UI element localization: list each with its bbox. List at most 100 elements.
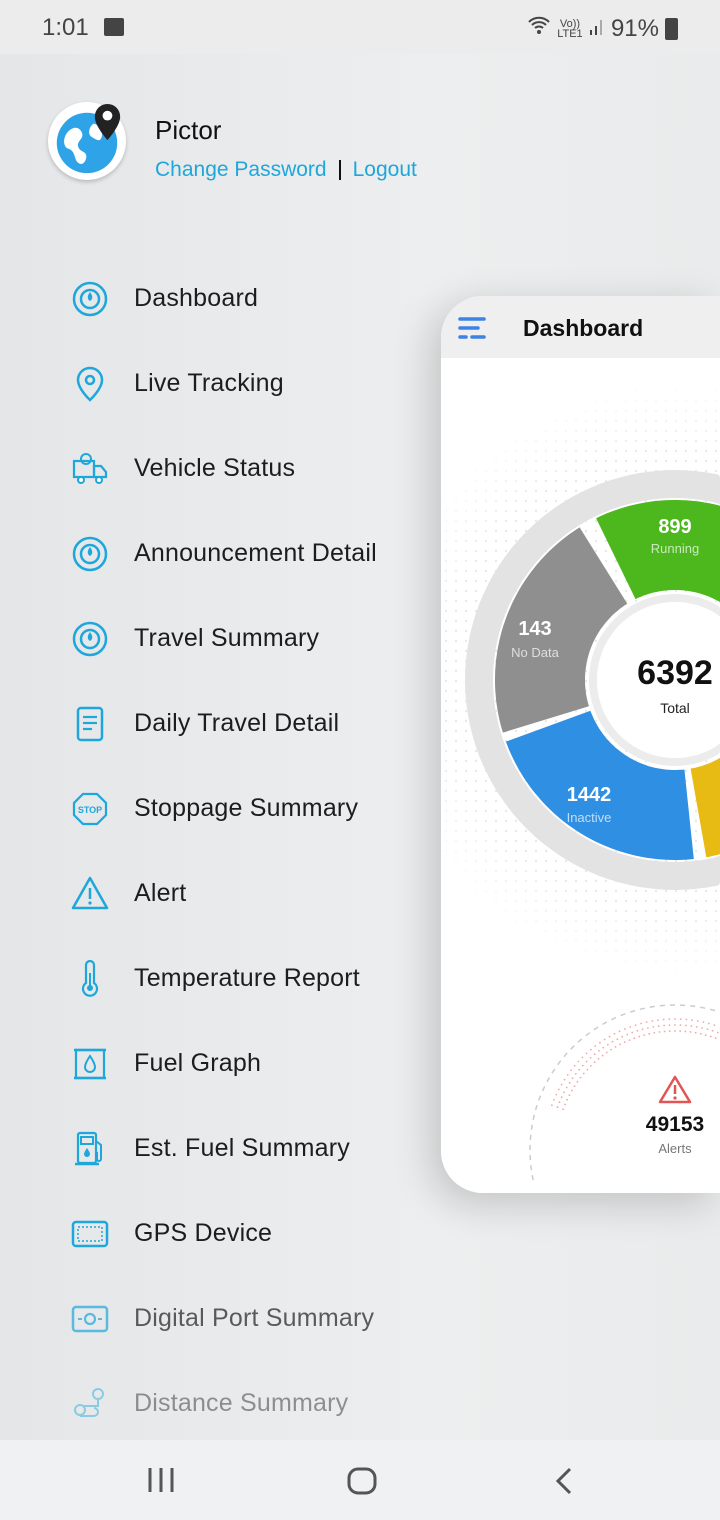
menu-item-travel-summary[interactable]: Travel Summary [70,596,430,681]
alerts-dotted-ring-dot [556,1106,559,1109]
alerts-dashed-ring-segment [690,1005,696,1008]
segment-value: 899 [658,516,691,538]
alerts-dotted-ring-dot [679,1024,682,1026]
alerts-dotted-ring-dot [585,1052,588,1055]
status-time: 1:01 [42,14,89,41]
menu-item-gps-device[interactable]: GPS Device [70,1191,430,1276]
alerts-dotted-ring-dot [628,1039,631,1041]
alerts-dotted-ring-dot [613,1032,616,1035]
alerts-dotted-ring-dot [704,1034,707,1036]
alerts-dotted-ring-dot [653,1031,656,1034]
alerts-dotted-ring-dot [573,1085,576,1087]
alerts-dotted-ring-dot [594,1045,597,1047]
dashboard-preview-card[interactable]: 899 Running 143 No Data 1442 Inactive Dashboa… [441,296,720,1193]
avatar [48,102,126,180]
menu-item-live-tracking[interactable]: Live Tracking [70,341,430,426]
menu-item-label: Stoppage Summary [134,794,359,822]
dashboard-title: Dashboard [523,315,644,341]
alerts-dotted-ring-dot [564,1103,566,1106]
menu-icon[interactable] [458,316,488,340]
alerts-dotted-ring-dot [571,1089,573,1092]
alerts-dotted-ring-dot [589,1048,592,1051]
menu-item-temperature-report[interactable]: Temperature Report [70,936,430,1021]
alerts-dashed-ring-segment [531,1175,534,1181]
back-icon[interactable] [552,1466,576,1496]
alerts-dotted-ring-dot [585,1060,588,1063]
alerts-dotted-ring-dot [611,1040,614,1043]
menu-item-stoppage-summary[interactable]: STOP Stoppage Summary [70,766,430,851]
alerts-dotted-ring-dot [557,1088,560,1091]
signal-icon [589,15,605,43]
fuel-drop-icon [70,1044,110,1084]
alerts-dotted-ring-dot [603,1038,606,1041]
alerts-dotted-ring-dot [702,1021,705,1023]
alerts-dotted-ring-dot [553,1099,555,1101]
alerts-dotted-ring-dot [674,1030,676,1032]
alerts-dotted-ring-dot [626,1033,629,1036]
menu-item-label: Alert [134,879,187,907]
segment-label: No Data [511,645,559,660]
alerts-dotted-ring-dot [586,1068,589,1071]
alerts-dotted-ring-dot [623,1041,626,1043]
location-pin-icon [70,364,110,404]
menu-item-est-fuel-summary[interactable]: Est. Fuel Summary [70,1106,430,1191]
alerts-dotted-ring-dot [568,1094,571,1096]
menu-item-digital-port-summary[interactable]: Digital Port Summary [70,1276,430,1361]
recent-apps-icon[interactable] [146,1466,176,1494]
alerts-dotted-ring-dot [566,1074,569,1076]
alerts-dotted-ring-dot [581,1056,584,1059]
alerts-dotted-ring-dot [657,1025,660,1027]
menu-item-alert[interactable]: Alert [70,851,430,936]
alerts-dotted-ring-dot [598,1049,600,1052]
alerts-dashed-ring-segment [649,1005,655,1008]
menu-item-distance-summary[interactable]: Distance Summary [70,1361,430,1446]
alerts-dotted-ring-dot [566,1098,568,1101]
alerts-dotted-ring-dot [696,1020,699,1022]
dashboard-icon [70,619,110,659]
alert-icon [658,1075,692,1104]
alerts-dotted-ring-dot [699,1032,702,1035]
port-icon [70,1299,110,1339]
segment-label: Inactive [567,810,612,825]
home-icon[interactable] [346,1466,378,1496]
alerts-dotted-ring-dot [685,1024,687,1027]
menu-item-label: Dashboard [134,284,259,312]
alerts-dotted-ring-dot [601,1054,604,1057]
menu-item-label: Fuel Graph [134,1049,262,1077]
menu-item-dashboard[interactable]: Dashboard [70,256,430,341]
profile-header: Pictor Change Password Logout [48,102,448,192]
alerts-dotted-ring-dot [651,1020,654,1022]
alerts-widget[interactable]: 49153 Alerts [630,1074,720,1156]
alerts-dotted-ring-dot [636,1029,639,1032]
menu-item-label: Travel Summary [134,624,320,652]
alerts-dotted-ring-dot [602,1046,605,1049]
alerts-label: Alerts [658,1141,692,1156]
alerts-dotted-ring-dot [633,1037,636,1040]
menu-item-label: Digital Port Summary [134,1304,375,1332]
menu-item-announcement-detail[interactable]: Announcement Detail [70,511,430,596]
alerts-dotted-ring-dot [573,1064,576,1067]
menu-item-daily-travel-detail[interactable]: Daily Travel Detail [70,681,430,766]
menu-item-vehicle-status[interactable]: Vehicle Status [70,426,430,511]
alerts-dotted-ring-dot [560,1083,563,1086]
alerts-dotted-ring-dot [555,1093,558,1096]
alerts-dotted-ring-dot [568,1081,571,1084]
alerts-dotted-ring-dot [578,1068,581,1071]
alerts-dotted-ring-dot [706,1028,709,1031]
change-password-link[interactable]: Change Password [155,158,327,182]
segment-value: 1442 [567,784,612,806]
menu-item-label: Live Tracking [134,369,284,397]
logout-link[interactable]: Logout [353,158,417,182]
menu-item-fuel-graph[interactable]: Fuel Graph [70,1021,430,1106]
status-donut: 899 Running 143 No Data 1442 Inactive [441,296,720,1193]
alerts-dotted-ring-dot [713,1024,716,1026]
alerts-dotted-ring-dot [608,1035,611,1038]
alerts-dotted-ring-dot [590,1065,592,1067]
alerts-dotted-ring-dot [689,1031,692,1033]
alerts-dotted-ring-dot [657,1019,659,1021]
gallery-notification-icon [104,18,124,36]
alerts-dotted-ring-dot [662,1018,665,1021]
alerts-dotted-ring-dot [663,1030,666,1033]
alerts-dotted-ring-dot [638,1035,641,1038]
alerts-dotted-ring-dot [621,1035,624,1038]
